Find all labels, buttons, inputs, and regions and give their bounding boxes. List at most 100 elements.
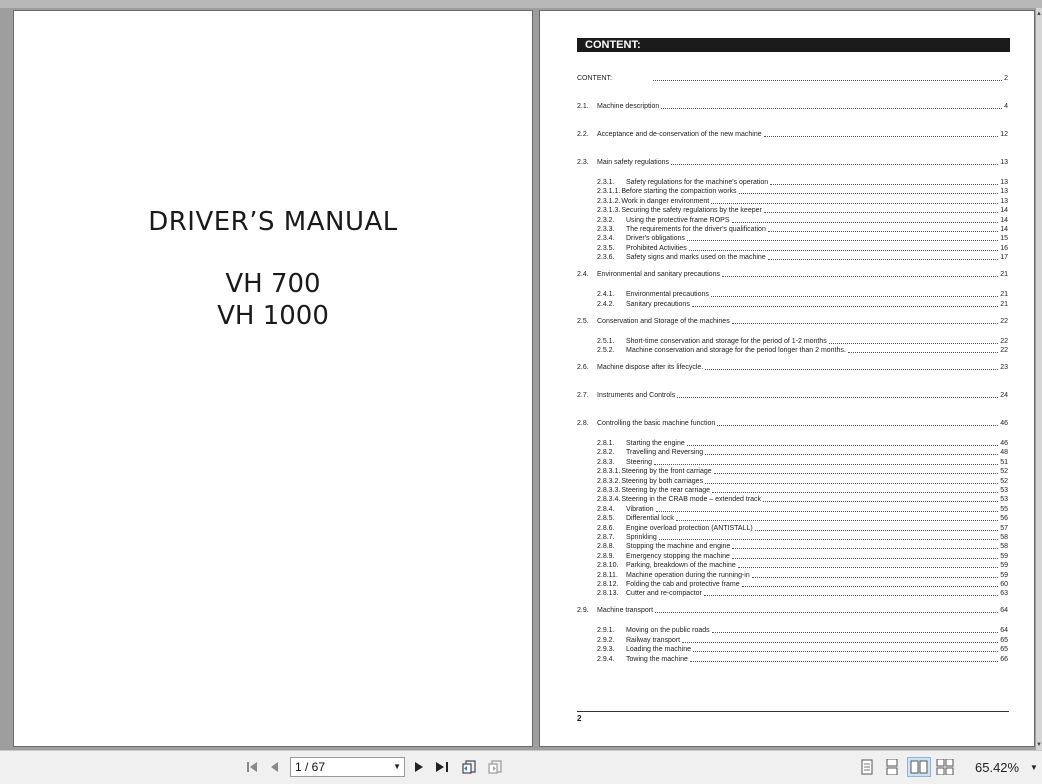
page-number-select[interactable]: 1 / 67 ▼ <box>290 757 405 777</box>
cover-title: DRIVER’S MANUAL <box>148 207 398 237</box>
single-page-view-icon[interactable] <box>858 758 876 776</box>
toc-leader-dots <box>691 305 999 307</box>
toc-leader-dots <box>705 482 999 484</box>
toc-entry-page: 23 <box>1000 364 1008 371</box>
toc-entry[interactable]: 2.3.6. Safety signs and marks used on the… <box>597 252 1008 262</box>
toc-entry[interactable]: CONTENT: 2 <box>577 73 1008 83</box>
toc-leader-dots <box>688 249 999 251</box>
previous-view-icon[interactable] <box>460 758 478 776</box>
zoom-dropdown-icon[interactable]: ▼ <box>1030 763 1038 772</box>
toc-entry[interactable]: 2.5.2. Machine conservation and storage f… <box>597 345 1008 355</box>
toc-entry-title: Cutter and re-compactor <box>626 590 702 598</box>
chevron-down-icon[interactable]: ▼ <box>393 758 401 776</box>
toc-entry-number: 2.8. <box>577 420 589 427</box>
page-contents: CONTENT: CONTENT: 2 2.1. Machine descriptio… <box>539 10 1035 747</box>
toc-leader-dots <box>847 352 999 353</box>
toc-leader-dots <box>721 276 999 278</box>
toc-leader-dots <box>686 445 999 446</box>
toc-entry-number: 2.3. <box>577 159 589 166</box>
two-page-continuous-view-icon[interactable] <box>936 758 954 776</box>
cover-model-2: VH 1000 <box>217 301 329 331</box>
toc-entry[interactable]: 2.4.2. Sanitary precautions 21 <box>597 299 1008 309</box>
toc-entry[interactable]: 2.9.4. Towing the machine 66 <box>597 654 1008 664</box>
next-view-icon[interactable] <box>486 758 504 776</box>
toc-entry-number: 2.7. <box>577 392 589 399</box>
first-page-icon[interactable] <box>243 758 261 776</box>
scroll-up-icon[interactable]: ▲ <box>1036 10 1042 18</box>
toc-entry-number: 2.4. <box>577 271 589 279</box>
toc-leader-dots <box>754 529 999 531</box>
toc-entry-number: 2.6. <box>577 364 589 371</box>
last-page-icon[interactable] <box>434 758 452 776</box>
toc-entry-page: 13 <box>1000 159 1008 166</box>
toc-entry-number: 2.5.2. <box>597 347 615 354</box>
toc-entry-number: 2.1. <box>577 103 589 110</box>
toc-entry[interactable]: 2.8.13. Cutter and re-compactor 63 <box>597 588 1008 598</box>
toc-leader-dots <box>711 202 999 204</box>
horizontal-scroll-track[interactable] <box>0 0 1042 8</box>
toc-leader-dots <box>655 510 999 512</box>
toc-entry-title: Towing the machine <box>626 655 688 663</box>
toc-entry-number: 2.2. <box>577 131 589 138</box>
toc-leader-dots <box>712 492 999 493</box>
toc-entry[interactable]: 2.4. Environmental and sanitary precautio… <box>577 269 1008 279</box>
toc-leader-dots <box>705 454 999 456</box>
toc-entry-page: 17 <box>1000 254 1008 262</box>
toc-entry-title: Controlling the basic machine function <box>597 420 716 427</box>
toc-leader-dots <box>670 164 999 165</box>
toc-leader-dots <box>741 586 999 587</box>
toc-entry[interactable]: 2.1. Machine description 4 <box>577 101 1008 111</box>
previous-page-icon[interactable] <box>266 758 284 776</box>
toc-leader-dots <box>763 136 999 137</box>
page-cover: DRIVER’S MANUAL VH 700 VH 1000 <box>13 10 533 747</box>
toc-entry[interactable]: 2.8. Controlling the basic machine functi… <box>577 418 1008 428</box>
toc-entry-title: Machine description <box>597 103 660 110</box>
toc-leader-dots <box>770 184 999 185</box>
zoom-level[interactable]: 65.42% <box>975 760 1019 775</box>
toc-entry-number: 2.3.6. <box>597 254 615 262</box>
toc-entry-page: 4 <box>1004 103 1008 110</box>
toc-leader-dots <box>703 595 999 597</box>
toc-leader-dots <box>731 221 999 223</box>
vertical-scrollbar[interactable]: ▲ ▼ <box>1036 8 1042 750</box>
toc-leader-dots <box>655 612 999 614</box>
toc-entry-title: Acceptance and de-conservation of the ne… <box>597 131 762 138</box>
toc-entry-number: 2.9. <box>577 607 589 615</box>
viewer-toolbar: 1 / 67 ▼ 65.42% ▼ <box>0 750 1042 784</box>
toc-entry-title: CONTENT: <box>577 75 612 82</box>
toc-leader-dots <box>751 576 999 578</box>
toc-entry-page: 66 <box>1000 655 1008 663</box>
toc-entry[interactable]: 2.9. Machine transport 64 <box>577 605 1008 615</box>
footer-divider <box>577 711 1009 712</box>
toc-entry-page: 64 <box>1000 607 1008 615</box>
toc-entry[interactable]: 2.3. Main safety regulations 13 <box>577 157 1008 167</box>
toc-entry-title: Machine dispose after its lifecycle. <box>597 364 704 371</box>
toc-leader-dots <box>658 539 999 540</box>
toc-entry-number: 2.8.13. <box>597 590 619 598</box>
toc-entry-page: 46 <box>1000 420 1008 427</box>
toc-entry[interactable]: 2.7. Instruments and Controls 24 <box>577 390 1008 400</box>
next-page-icon[interactable] <box>410 758 428 776</box>
document-viewport[interactable]: DRIVER’S MANUAL VH 700 VH 1000 CONTENT: … <box>0 0 1042 750</box>
toc-leader-dots <box>661 108 1003 109</box>
toc-entry-title: Main safety regulations <box>597 159 669 166</box>
continuous-view-icon[interactable] <box>883 758 901 776</box>
toc-leader-dots <box>731 557 999 559</box>
cover-model-1: VH 700 <box>225 269 321 299</box>
toc-entry-page: 2 <box>1004 75 1008 82</box>
toc-entry[interactable]: 2.5. Conservation and Storage of the mach… <box>577 316 1008 326</box>
toc-leader-dots <box>763 501 999 503</box>
toc-leader-dots <box>737 567 999 569</box>
toc-leader-dots <box>713 473 999 475</box>
toc-entry[interactable]: 2.2. Acceptance and de-conservation of th… <box>577 129 1008 139</box>
toc-leader-dots <box>767 259 999 261</box>
toc-entry-title: Instruments and Controls <box>597 392 676 399</box>
toc-leader-dots <box>689 660 999 662</box>
two-page-view-icon[interactable] <box>907 757 931 777</box>
toc-entry[interactable]: 2.6. Machine dispose after its lifecycle.… <box>577 362 1008 372</box>
scroll-down-icon[interactable]: ▼ <box>1036 741 1042 749</box>
toc-leader-dots <box>767 231 999 232</box>
toc-entry-page: 22 <box>1000 347 1008 354</box>
footer-page-number: 2 <box>577 714 582 723</box>
toc-entry-page: 22 <box>1000 317 1008 325</box>
